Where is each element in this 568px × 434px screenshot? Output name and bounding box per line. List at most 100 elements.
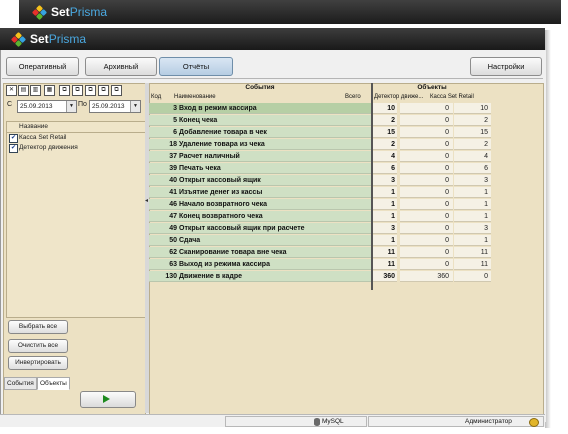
to-label: По [78,101,87,108]
clear-all-button[interactable]: Очистить все [8,339,68,353]
event-cell: 40 Открыт кассовый ящик [149,175,371,186]
cell-name: Открыт кассовый ящик при расчете [179,225,305,232]
from-date-field[interactable]: 25.09.2013 ▼ [17,100,77,113]
from-label: С [7,101,13,108]
col-cash-header[interactable]: Касса Set Retail [430,93,474,102]
cell-total: 1 [371,235,397,246]
col-total-header[interactable]: Всего [345,93,361,102]
cell-cash: 3 [454,175,491,186]
cell-name: Печать чека [179,165,221,172]
chevron-left-icon[interactable]: ◂ [145,197,148,204]
table-row[interactable]: 3 Вход в режим кассира 10 0 10 [149,103,491,114]
cell-motion: 0 [400,103,453,114]
cell-code: 47 [169,213,177,220]
table-row[interactable]: 6 Добавление товара в чек 15 0 15 [149,127,491,138]
cell-cash: 11 [454,259,491,270]
table-row[interactable]: 37 Расчет наличный 4 0 4 [149,151,491,162]
cell-name: Выход из режима кассира [179,261,270,268]
col-code-header[interactable]: Код [151,93,161,102]
table-row[interactable]: 63 Выход из режима кассира 11 0 11 [149,259,491,270]
to-date-field[interactable]: 25.09.2013 ▼ [89,100,141,113]
checkbox-checked-icon[interactable]: ✔ [9,144,18,153]
tab-events[interactable]: События [4,377,37,390]
group-icon-5[interactable]: ⧉ [111,85,122,96]
table-icon[interactable]: ▦ [44,85,55,96]
cell-name: Сдача [179,237,201,244]
cell-code: 41 [169,189,177,196]
table-row[interactable]: 130 Движение в кадре 360 360 0 [149,271,491,282]
cell-code: 40 [169,177,177,184]
cell-motion: 0 [400,223,453,234]
background-app-title: SetPrisma [51,5,107,19]
tools-icon[interactable]: ✕ [6,85,17,96]
cell-code: 62 [169,249,177,256]
table-row[interactable]: 47 Конец возвратного чека 1 0 1 [149,211,491,222]
cell-cash: 1 [454,199,491,210]
chevron-down-icon[interactable]: ▼ [66,101,76,112]
print-icon[interactable]: ▥ [30,85,41,96]
table-row[interactable]: 39 Печать чека 6 0 6 [149,163,491,174]
cell-cash: 15 [454,127,491,138]
from-date-value: 25.09.2013 [20,103,53,110]
setprisma-logo-icon [10,31,27,48]
cell-total: 15 [371,127,397,138]
settings-button[interactable]: Настройки [470,57,542,76]
cell-cash: 10 [454,103,491,114]
setprisma-logo-icon [31,4,48,21]
table-row[interactable]: 41 Изъятие денег из кассы 1 0 1 [149,187,491,198]
tab-reports[interactable]: Отчёты [159,57,233,76]
event-cell: 130 Движение в кадре [149,271,371,282]
col-name-header[interactable]: Наименование [174,93,216,102]
cell-total: 6 [371,163,397,174]
tab-objects[interactable]: Объекты [37,377,70,390]
table-row[interactable]: 18 Удаление товара из чека 2 0 2 [149,139,491,150]
cell-code: 46 [169,201,177,208]
group-icon-2[interactable]: ⧉ [72,85,83,96]
group-icon-4[interactable]: ⧉ [98,85,109,96]
event-cell: 41 Изъятие денег из кассы [149,187,371,198]
list-item[interactable]: ✔ Касса Set Retail [7,133,145,143]
checkbox-checked-icon[interactable]: ✔ [9,134,18,143]
tab-archive[interactable]: Архивный [85,57,157,76]
cell-total: 3 [371,223,397,234]
cell-motion: 0 [400,139,453,150]
group-icon-1[interactable]: ⧉ [59,85,70,96]
user-icon [529,418,539,427]
to-date-value: 25.09.2013 [92,103,125,110]
run-report-button[interactable] [80,391,136,408]
event-cell: 46 Начало возвратного чека [149,199,371,210]
table-row[interactable]: 5 Конец чека 2 0 2 [149,115,491,126]
cell-total: 4 [371,151,397,162]
cell-code: 18 [169,141,177,148]
status-db-cell: MySQL [225,416,367,427]
col-motion-header[interactable]: Детектор движе... [374,93,423,102]
table-row[interactable]: 62 Сканирование товара вне чека 11 0 11 [149,247,491,258]
invert-button[interactable]: Инвертировать [8,356,68,370]
group-icon-3[interactable]: ⧉ [85,85,96,96]
cell-total: 10 [371,103,397,114]
tab-operative[interactable]: Оперативный [6,57,79,76]
cell-total: 1 [371,211,397,222]
list-item[interactable]: ✔ Детектор движения [7,143,145,153]
event-cell: 50 Сдача [149,235,371,246]
select-all-button[interactable]: Выбрать все [8,320,68,334]
cell-code: 39 [169,165,177,172]
cell-cash: 4 [454,151,491,162]
event-cell: 5 Конец чека [149,115,371,126]
cell-total: 360 [371,271,397,282]
table-row[interactable]: 46 Начало возвратного чека 1 0 1 [149,199,491,210]
table-row[interactable]: 50 Сдача 1 0 1 [149,235,491,246]
play-icon [103,395,110,403]
event-cell: 62 Сканирование товара вне чека [149,247,371,258]
chevron-down-icon[interactable]: ▼ [130,101,140,112]
brand-bold-text: Set [30,32,49,46]
cell-cash: 1 [454,211,491,222]
table-row[interactable]: 49 Открыт кассовый ящик при расчете 3 0 3 [149,223,491,234]
cell-cash: 2 [454,139,491,150]
event-cell: 18 Удаление товара из чека [149,139,371,150]
export-icon[interactable]: ▤ [18,85,29,96]
table-row[interactable]: 40 Открыт кассовый ящик 3 0 3 [149,175,491,186]
cell-cash: 6 [454,163,491,174]
group-header-events: События [245,84,275,91]
cell-code: 6 [173,129,177,136]
